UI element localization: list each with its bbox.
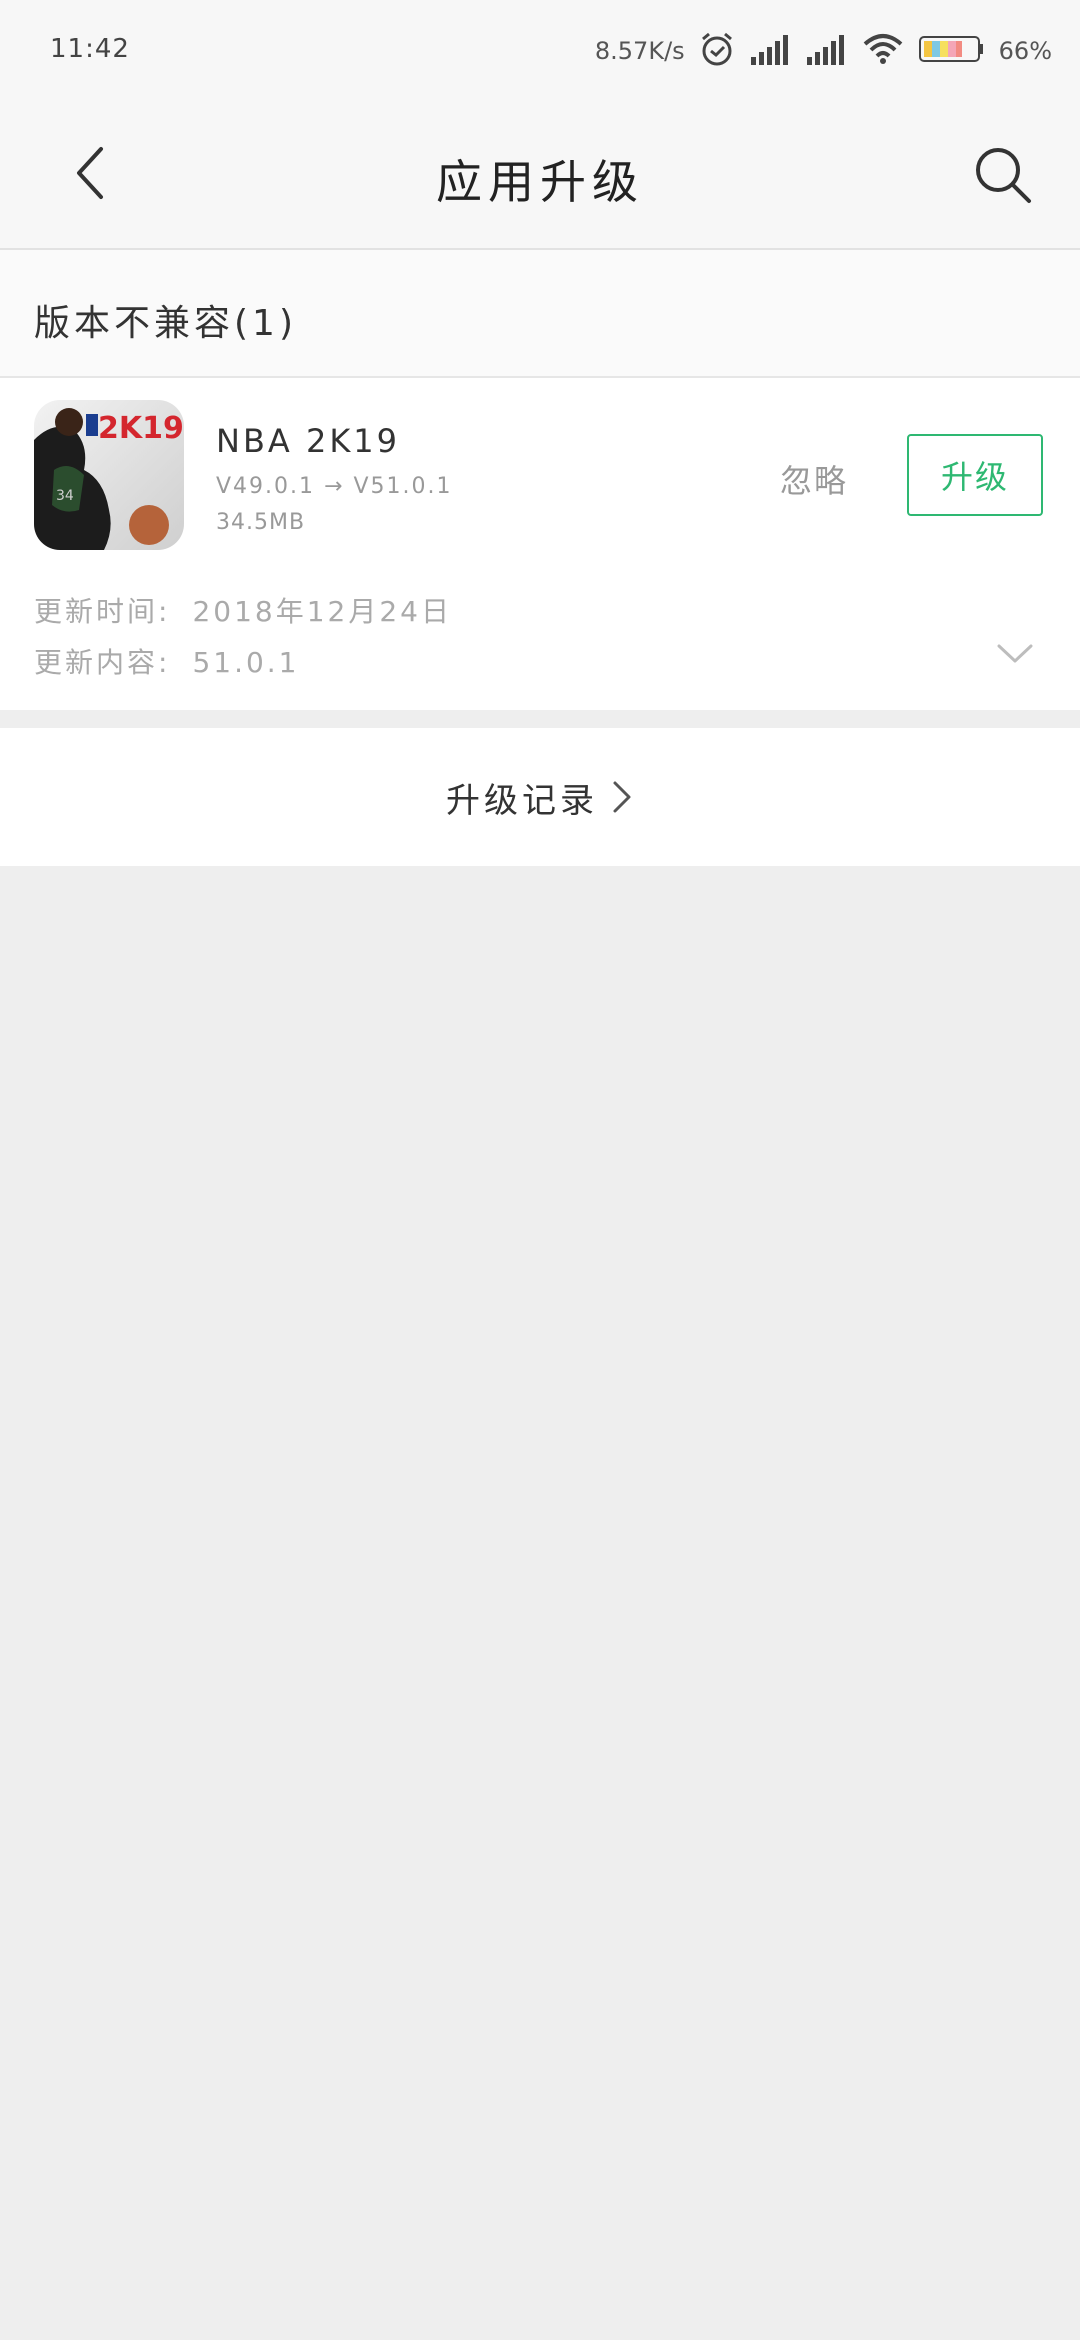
alarm-icon [699,31,735,71]
status-right-group: 8.57K/s 66% [595,28,1052,74]
expand-chevron-icon[interactable] [996,642,1034,666]
battery-percentage: 66% [998,37,1052,65]
network-speed: 8.57K/s [594,37,685,65]
update-time-label: 更新时间: [34,595,171,628]
svg-text:34: 34 [56,488,74,504]
update-time-value: 2018年12月24日 [192,595,452,628]
upgrade-history-label: 升级记录 [446,780,598,821]
status-bar: 11:42 8.57K/s 66% [0,0,1080,100]
app-version: V49.0.1 → V51.0.1 [216,474,453,499]
signal-icon-2 [805,33,847,69]
app-upgrade-screen: 11:42 8.57K/s 66% 应用升级 版本不兼容(1) 34 2K19 … [0,0,1080,2340]
battery-icon [918,34,985,68]
update-content-value: 51.0.1 [192,646,300,679]
search-button[interactable] [968,140,1038,210]
wifi-icon [861,32,905,70]
update-content-row: 更新内容: 51.0.1 [34,641,300,681]
section-title: 版本不兼容(1) [34,303,297,344]
app-upgrade-card[interactable]: 34 2K19 NBA 2K19 V49.0.1 → V51.0.1 34.5M… [0,378,1080,710]
incompatible-section-header: 版本不兼容(1) [0,250,1080,378]
update-time-row: 更新时间: 2018年12月24日 [34,590,452,630]
update-content-label: 更新内容: [34,646,171,679]
svg-text:2K19: 2K19 [98,411,184,446]
app-header: 应用升级 [0,100,1080,250]
signal-icon [749,33,791,69]
app-icon: 34 2K19 [34,400,184,550]
upgrade-button[interactable]: 升级 [907,434,1043,516]
upgrade-history-button[interactable]: 升级记录 [0,728,1080,866]
nba-2k19-icon: 34 2K19 [34,400,184,550]
page-title: 应用升级 [436,155,644,209]
app-size: 34.5MB [216,510,306,535]
status-time: 11:42 [50,34,130,64]
ignore-button[interactable]: 忽略 [780,456,848,502]
chevron-right-icon [610,779,634,815]
search-icon [976,148,1031,203]
app-name: NBA 2K19 [216,422,401,460]
